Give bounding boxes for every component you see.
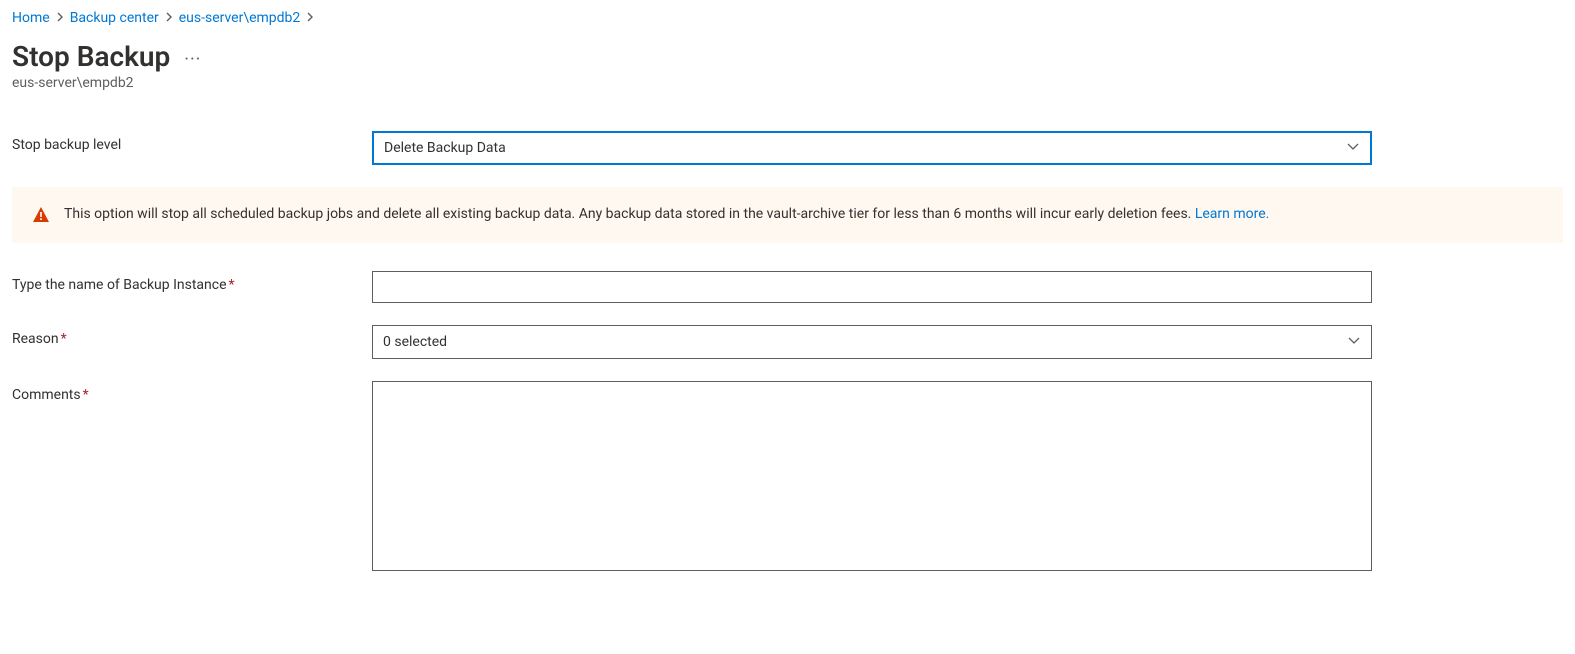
stop-backup-level-value: Delete Backup Data [384, 140, 506, 156]
reason-dropdown[interactable]: 0 selected [372, 325, 1372, 359]
comments-textarea[interactable] [372, 381, 1372, 571]
instance-name-input[interactable] [372, 271, 1372, 303]
chevron-down-icon [1346, 140, 1360, 156]
warning-icon [32, 206, 50, 224]
instance-name-label: Type the name of Backup Instance* [12, 271, 372, 293]
chevron-right-icon [306, 11, 314, 25]
page-title: Stop Backup [12, 40, 170, 73]
chevron-right-icon [56, 11, 64, 25]
breadcrumb-backup-center[interactable]: Backup center [70, 10, 159, 26]
chevron-down-icon [1347, 334, 1361, 350]
learn-more-link[interactable]: Learn more. [1195, 206, 1270, 222]
warning-banner: This option will stop all scheduled back… [12, 187, 1563, 243]
breadcrumb-home[interactable]: Home [12, 10, 50, 26]
breadcrumb-resource[interactable]: eus-server\empdb2 [179, 10, 301, 26]
stop-backup-level-label: Stop backup level [12, 131, 372, 153]
page-subtitle: eus-server\empdb2 [12, 75, 1563, 91]
chevron-right-icon [165, 11, 173, 25]
reason-value: 0 selected [383, 334, 447, 350]
stop-backup-level-dropdown[interactable]: Delete Backup Data [372, 131, 1372, 165]
more-actions-icon[interactable]: ··· [184, 43, 201, 70]
breadcrumb: Home Backup center eus-server\empdb2 [12, 10, 1563, 26]
warning-text: This option will stop all scheduled back… [64, 205, 1269, 225]
reason-label: Reason* [12, 325, 372, 347]
comments-label: Comments* [12, 381, 372, 403]
